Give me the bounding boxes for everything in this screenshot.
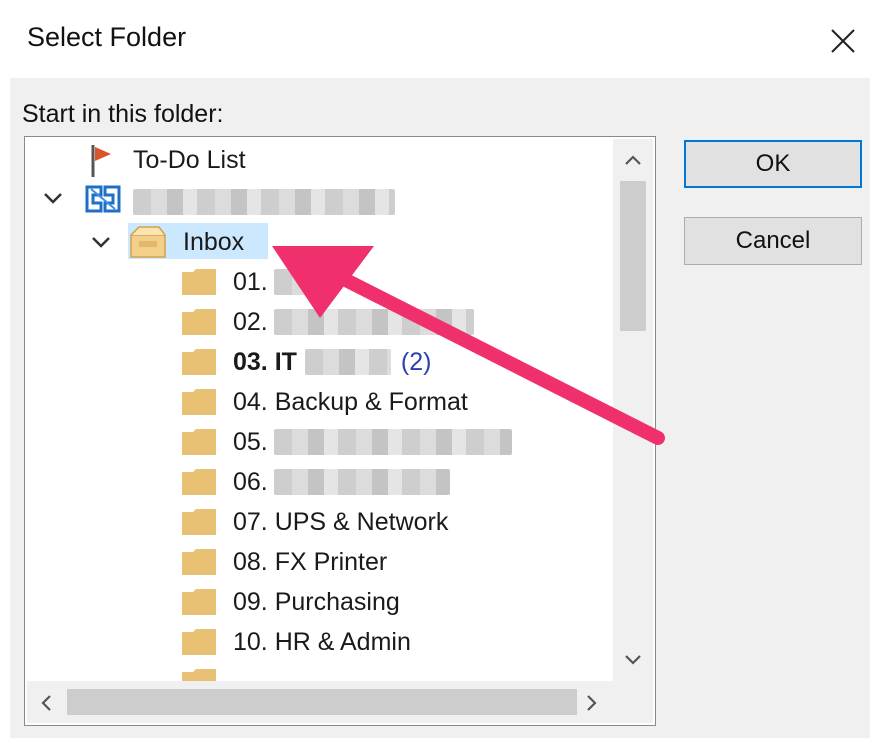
- tree-item-label: 02.: [233, 307, 268, 336]
- scrollbar-thumb[interactable]: [620, 181, 646, 331]
- tree-item-label: Inbox: [183, 227, 245, 256]
- start-folder-label: Start in this folder:: [22, 100, 224, 128]
- tree-item-folder[interactable]: 03. IT (2): [233, 343, 431, 381]
- redacted-text: [273, 429, 512, 455]
- redacted-account-name: [133, 189, 395, 215]
- tree-item-folder[interactable]: 07. UPS & Network: [233, 503, 448, 541]
- chevron-down-icon[interactable]: [41, 189, 65, 207]
- tree-item-folder[interactable]: 09. Purchasing: [233, 583, 400, 621]
- redacted-text: [273, 469, 450, 495]
- redacted-text: [273, 309, 474, 335]
- scroll-up-icon[interactable]: [623, 153, 643, 167]
- folder-icon: [182, 469, 216, 495]
- scroll-left-icon[interactable]: [39, 693, 53, 713]
- redacted-text: [273, 269, 306, 295]
- tree-item-label: 05.: [233, 427, 268, 456]
- tree-item-label: 06.: [233, 467, 268, 496]
- folder-icon: [182, 549, 216, 575]
- tree-item-label: 09. Purchasing: [233, 587, 400, 616]
- tree-item-label: 03. IT: [233, 347, 297, 376]
- vertical-scrollbar[interactable]: [613, 139, 653, 681]
- tree-item-label: 01.: [233, 267, 268, 296]
- dialog-title: Select Folder: [27, 22, 187, 52]
- scrollbar-thumb[interactable]: [67, 689, 577, 715]
- title-bar: Select Folder: [0, 0, 870, 78]
- close-button[interactable]: [820, 14, 864, 62]
- tree-item-todo[interactable]: To-Do List: [133, 141, 246, 179]
- tree-item-folder[interactable]: 02.: [233, 303, 474, 341]
- tree-item-label: To-Do List: [133, 145, 246, 174]
- tree-item-folder[interactable]: 10. HR & Admin: [233, 623, 411, 661]
- scrollbar-corner: [613, 681, 653, 723]
- folder-icon: [182, 589, 216, 615]
- tree-item-label: 10. HR & Admin: [233, 627, 411, 656]
- horizontal-scrollbar[interactable]: [27, 681, 613, 723]
- tree-item-folder[interactable]: 08. FX Printer: [233, 543, 387, 581]
- tree-item-folder[interactable]: 01.: [233, 263, 306, 301]
- tree-item-inbox[interactable]: Inbox: [183, 223, 244, 261]
- chevron-down-icon[interactable]: [89, 233, 113, 251]
- scroll-down-icon[interactable]: [623, 653, 643, 667]
- folder-icon: [182, 349, 216, 375]
- inbox-icon: [130, 226, 166, 258]
- redacted-text: [304, 349, 391, 375]
- tree-item-account[interactable]: [133, 183, 395, 221]
- cancel-button[interactable]: Cancel: [684, 217, 862, 265]
- exchange-account-icon: [85, 185, 121, 213]
- folder-icon: [182, 629, 216, 655]
- tree-item-folder[interactable]: 04. Backup & Format: [233, 383, 468, 421]
- tree-item-label: 07. UPS & Network: [233, 507, 449, 536]
- flag-icon: [91, 145, 111, 177]
- folder-icon: [182, 309, 216, 335]
- folder-icon: [182, 509, 216, 535]
- tree-item-folder[interactable]: 05.: [233, 423, 512, 461]
- unread-count: (2): [400, 347, 432, 376]
- close-icon: [831, 29, 855, 53]
- scroll-right-icon[interactable]: [585, 693, 599, 713]
- folder-icon: [182, 269, 216, 295]
- tree-item-folder[interactable]: 06.: [233, 463, 450, 501]
- folder-icon: [182, 429, 216, 455]
- ok-button[interactable]: OK: [684, 140, 862, 188]
- folder-icon: [182, 389, 216, 415]
- folder-tree[interactable]: To-Do List Inbox 01. 02. 03. IT (2) 04. …: [24, 136, 656, 726]
- tree-item-label: 04. Backup & Format: [233, 387, 468, 416]
- tree-item-label: 08. FX Printer: [233, 547, 388, 576]
